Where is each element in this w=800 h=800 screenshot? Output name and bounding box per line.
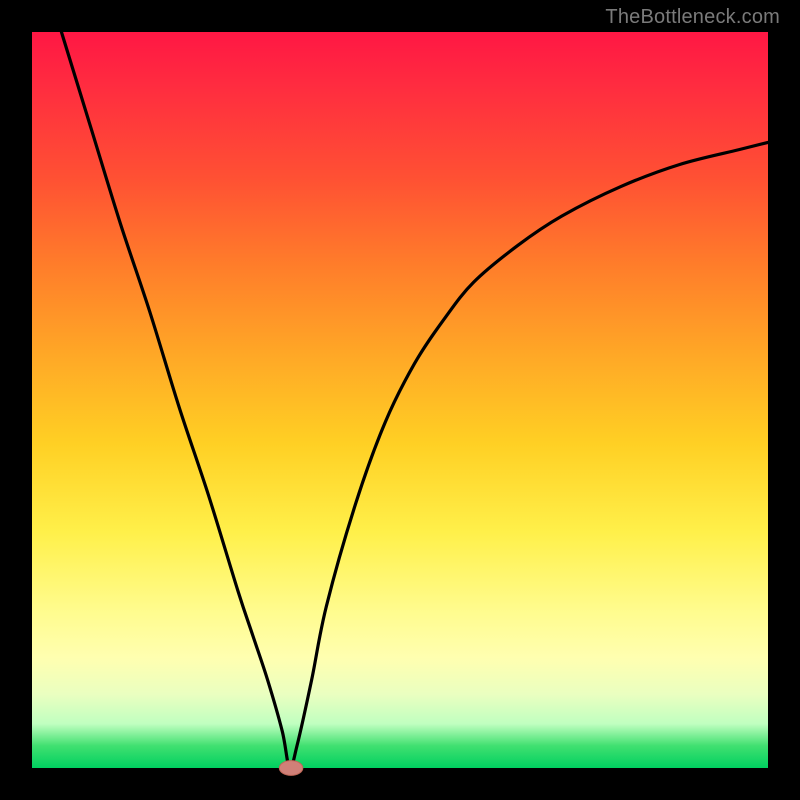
watermark-text: TheBottleneck.com	[605, 6, 780, 29]
bottleneck-curve	[61, 32, 768, 768]
chart-svg	[32, 32, 768, 768]
minimum-marker	[279, 761, 303, 776]
plot-area	[32, 32, 768, 768]
